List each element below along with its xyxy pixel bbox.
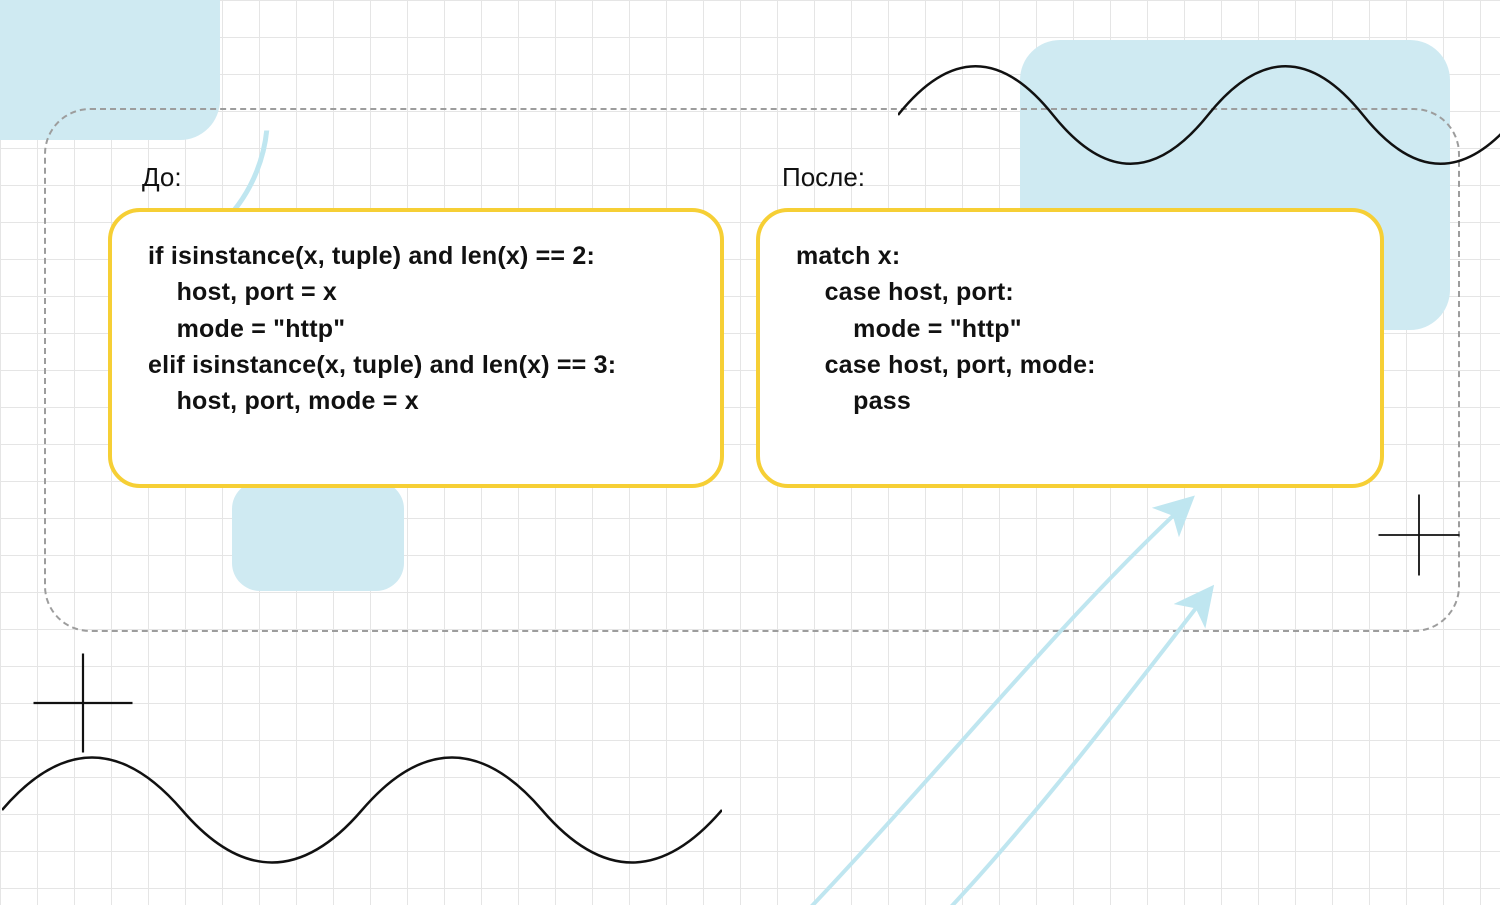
label-after: После: <box>782 162 865 193</box>
diagram-stage: До: После: if isinstance(x, tuple) and l… <box>0 0 1500 905</box>
label-before: До: <box>142 162 182 193</box>
code-box-before: if isinstance(x, tuple) and len(x) == 2:… <box>108 208 724 488</box>
code-after-text: match x: case host, port: mode = "http" … <box>796 238 1346 419</box>
code-before-text: if isinstance(x, tuple) and len(x) == 2:… <box>148 238 686 419</box>
code-box-after: match x: case host, port: mode = "http" … <box>756 208 1384 488</box>
wave-decoration <box>898 40 1500 190</box>
wave-decoration <box>2 740 722 880</box>
curved-arrows <box>690 460 1500 905</box>
